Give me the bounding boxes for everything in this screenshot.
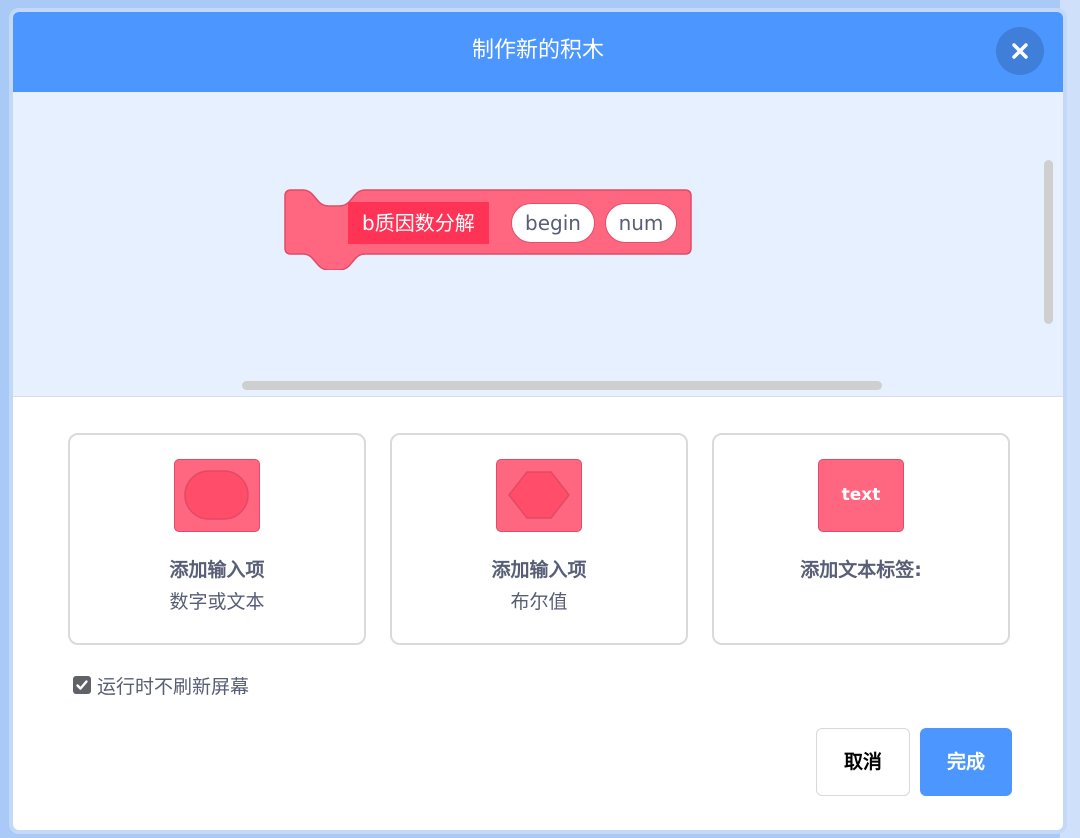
run-without-refresh-label: 运行时不刷新屏幕 [97, 676, 250, 698]
horizontal-scrollbar[interactable] [242, 381, 882, 390]
option-title: 添加输入项 [169, 559, 265, 581]
option-subtitle: 数字或文本 [169, 591, 265, 613]
make-block-dialog: 制作新的积木 b质因数分解 begin num 添加输入项 数字或文本 添加输入… [9, 8, 1067, 834]
cancel-button[interactable]: 取消 [816, 728, 910, 796]
add-text-label-button[interactable]: text 添加文本标签: [712, 433, 1010, 645]
dialog-title: 制作新的积木 [471, 38, 604, 63]
block-argument-begin[interactable]: begin [511, 203, 595, 243]
dialog-header: 制作新的积木 [13, 12, 1063, 92]
text-label-icon-text: text [841, 485, 881, 505]
option-title: 添加输入项 [491, 559, 587, 581]
close-button[interactable] [996, 27, 1044, 75]
block-name-input[interactable]: b质因数分解 [348, 202, 489, 244]
vertical-scrollbar[interactable] [1044, 160, 1053, 324]
done-button[interactable]: 完成 [920, 728, 1012, 796]
number-text-input-icon [174, 459, 260, 532]
run-without-refresh-checkbox[interactable] [73, 676, 91, 694]
option-subtitle: 布尔值 [510, 591, 568, 613]
option-title: 添加文本标签: [800, 559, 922, 581]
text-label-icon: text [818, 459, 904, 532]
add-boolean-input-button[interactable]: 添加输入项 布尔值 [390, 433, 688, 645]
checkmark-icon [76, 680, 88, 690]
add-number-text-input-button[interactable]: 添加输入项 数字或文本 [68, 433, 366, 645]
close-icon [1012, 43, 1028, 59]
block-argument-num[interactable]: num [605, 203, 677, 243]
boolean-input-icon [496, 459, 582, 532]
block-preview-workspace[interactable]: b质因数分解 begin num [13, 92, 1063, 397]
